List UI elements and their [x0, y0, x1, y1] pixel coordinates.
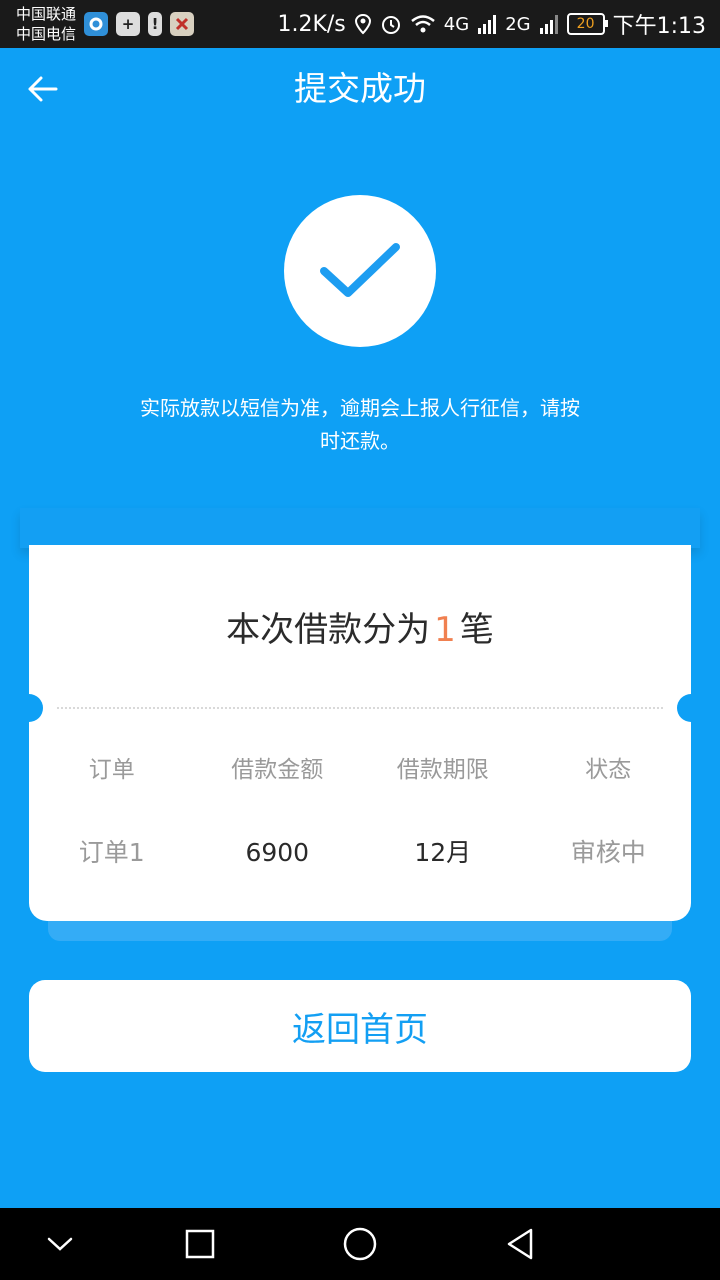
nav-recent-button[interactable]: [176, 1220, 224, 1268]
success-badge: [284, 195, 436, 347]
column-header-amount: 借款金额: [231, 757, 324, 783]
clock: 下午1:13: [612, 14, 706, 39]
check-icon: [320, 243, 400, 297]
recent-apps-icon: [185, 1229, 215, 1259]
chevron-down-icon: [47, 1237, 73, 1251]
game-notification-icon: [170, 12, 194, 36]
table-header: 订单 借款金额 借款期限 状态: [29, 750, 691, 790]
loan-split-card: 本次借款分为 1 笔 订单 借款金额 借款期限 状态 订单1 6900 12月 审核…: [15, 545, 705, 921]
amount-cell: 6900: [245, 838, 310, 867]
signal-2g-icon: [539, 15, 558, 34]
carrier-2: 中国电信: [16, 25, 77, 43]
split-title-prefix: 本次借款分为: [226, 610, 431, 650]
return-home-button[interactable]: 返回首页: [29, 980, 691, 1072]
column-header-status: 状态: [585, 757, 632, 783]
battery-level: 20: [576, 16, 595, 32]
status-cell: 审核中: [570, 838, 646, 867]
back-triangle-icon: [507, 1228, 533, 1260]
signal-4g-icon: [478, 15, 497, 34]
plus-notification-icon: +: [116, 12, 140, 36]
split-title-suffix: 笔: [459, 610, 494, 650]
term-cell: 12月: [414, 838, 472, 867]
carrier-1: 中国联通: [16, 5, 77, 23]
page-title: 提交成功: [294, 69, 426, 108]
split-count: 1: [434, 610, 456, 650]
nav-back-button[interactable]: [496, 1220, 544, 1268]
alert-notification-icon: !: [148, 12, 162, 36]
wifi-icon: [410, 15, 435, 33]
order-cell: 订单1: [78, 838, 145, 867]
repayment-notice: 实际放款以短信为准，逾期会上报人行征信，请按 时还款。: [110, 392, 610, 458]
column-header-order: 订单: [88, 757, 135, 783]
notice-line-2: 时还款。: [320, 429, 400, 453]
split-title: 本次借款分为 1 笔: [29, 605, 691, 655]
net-speed: 1.2K/s: [277, 11, 346, 37]
status-right: 1.2K/s 4G 2G 20 下午1:13: [277, 0, 706, 48]
ticket-notch-left: [15, 694, 43, 722]
table-row: 订单1 6900 12月 审核中: [29, 833, 691, 873]
dotted-divider: [57, 707, 663, 709]
notification-icons: + !: [84, 12, 194, 36]
nav-hide-button[interactable]: [36, 1220, 84, 1268]
network-2g-label: 2G: [505, 13, 531, 35]
system-nav-bar: [0, 1208, 720, 1280]
card-ledge: [20, 508, 700, 548]
network-4g-label: 4G: [443, 13, 470, 35]
notice-line-1: 实际放款以短信为准，逾期会上报人行征信，请按: [140, 396, 580, 420]
ticket-notch-right: [677, 694, 705, 722]
nav-home-button[interactable]: [336, 1220, 384, 1268]
carrier-names: 中国联通 中国电信: [16, 4, 76, 44]
battery-icon: 20: [566, 13, 608, 35]
alarm-icon: [381, 16, 400, 34]
home-circle-icon: [343, 1227, 377, 1261]
column-header-term: 借款期限: [396, 757, 489, 783]
location-icon: [354, 13, 371, 35]
app-notification-icon: [84, 12, 108, 36]
status-bar: 中国联通 中国电信 + ! 1.2K/s 4G 2G 20 下午1:13: [0, 0, 720, 48]
